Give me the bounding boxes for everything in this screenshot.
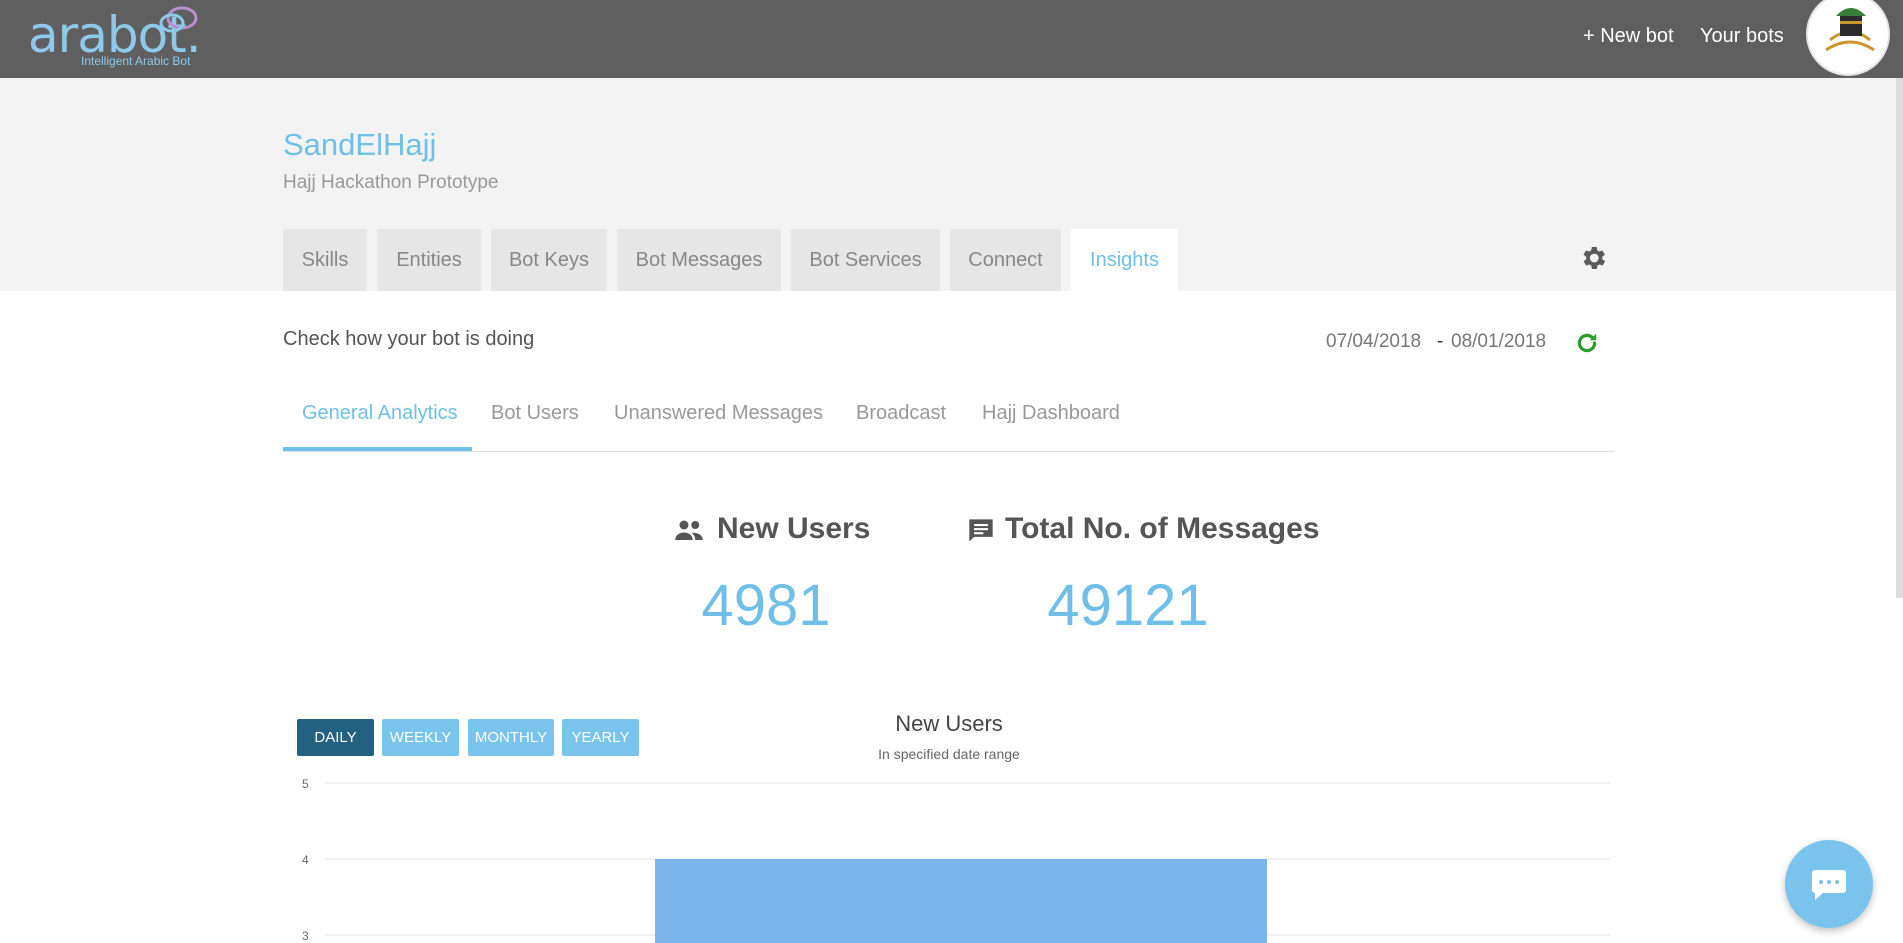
- bot-name: SandElHajj: [283, 127, 437, 162]
- tab-bot-keys[interactable]: Bot Keys: [491, 229, 607, 291]
- weekly-button[interactable]: WEEKLY: [382, 719, 459, 756]
- tab-bot-users[interactable]: Bot Users: [491, 402, 579, 425]
- top-navbar: arabot. Intelligent Arabic Bot + New bot…: [0, 0, 1903, 78]
- refresh-icon[interactable]: [1574, 330, 1600, 356]
- daily-button[interactable]: DAILY: [297, 719, 374, 756]
- date-from[interactable]: 07/04/2018: [1326, 331, 1421, 353]
- date-to[interactable]: 08/01/2018: [1451, 331, 1546, 353]
- y-tick-label: 4: [302, 853, 309, 867]
- page-scrollbar[interactable]: [1896, 78, 1903, 598]
- tab-skills[interactable]: Skills: [283, 229, 367, 291]
- arabot-logo[interactable]: arabot. Intelligent Arabic Bot: [28, 4, 208, 70]
- insights-subtitle: Check how your bot is doing: [283, 328, 535, 350]
- chart-subtitle: In specified date range: [878, 746, 1020, 762]
- tab-broadcast[interactable]: Broadcast: [856, 402, 946, 425]
- tab-insights[interactable]: Insights: [1071, 229, 1178, 291]
- new-users-chart: 5 4 3: [302, 777, 1610, 943]
- kaaba-logo-icon: [1825, 8, 1875, 52]
- tabs-divider: [283, 451, 1614, 452]
- message-icon: [969, 519, 993, 542]
- chart-bar[interactable]: [655, 859, 1267, 943]
- chat-button[interactable]: [1785, 840, 1873, 928]
- messages-title: Total No. of Messages: [1005, 512, 1320, 545]
- your-bots-link[interactable]: Your bots: [1700, 25, 1784, 48]
- gear-icon[interactable]: [1578, 243, 1608, 273]
- chat-bubbles-icon: [159, 6, 198, 33]
- tab-bot-services[interactable]: Bot Services: [791, 229, 940, 291]
- messages-value: 49121: [1047, 573, 1209, 638]
- date-separator: -: [1437, 331, 1444, 352]
- people-icon: [675, 520, 703, 540]
- tab-connect[interactable]: Connect: [950, 229, 1061, 291]
- avatar[interactable]: [1806, 0, 1890, 76]
- tab-general-analytics[interactable]: General Analytics: [302, 402, 458, 425]
- tab-entities[interactable]: Entities: [377, 229, 481, 291]
- chat-icon: [1812, 870, 1846, 900]
- tab-unanswered-messages[interactable]: Unanswered Messages: [614, 402, 823, 425]
- yearly-button[interactable]: YEARLY: [562, 719, 639, 756]
- chart-title: New Users: [895, 711, 1003, 736]
- new-bot-link[interactable]: + New bot: [1583, 25, 1674, 48]
- monthly-button[interactable]: MONTHLY: [468, 719, 554, 756]
- y-tick-label: 3: [302, 929, 309, 943]
- bot-description: Hajj Hackathon Prototype: [283, 172, 499, 193]
- y-tick-label: 5: [302, 777, 309, 791]
- tab-hajj-dashboard[interactable]: Hajj Dashboard: [982, 402, 1120, 425]
- tab-bot-messages[interactable]: Bot Messages: [617, 229, 781, 291]
- new-users-value: 4981: [701, 573, 831, 638]
- active-tab-indicator: [283, 447, 472, 451]
- logo-tagline: Intelligent Arabic Bot: [81, 54, 191, 68]
- new-users-title: New Users: [717, 512, 871, 545]
